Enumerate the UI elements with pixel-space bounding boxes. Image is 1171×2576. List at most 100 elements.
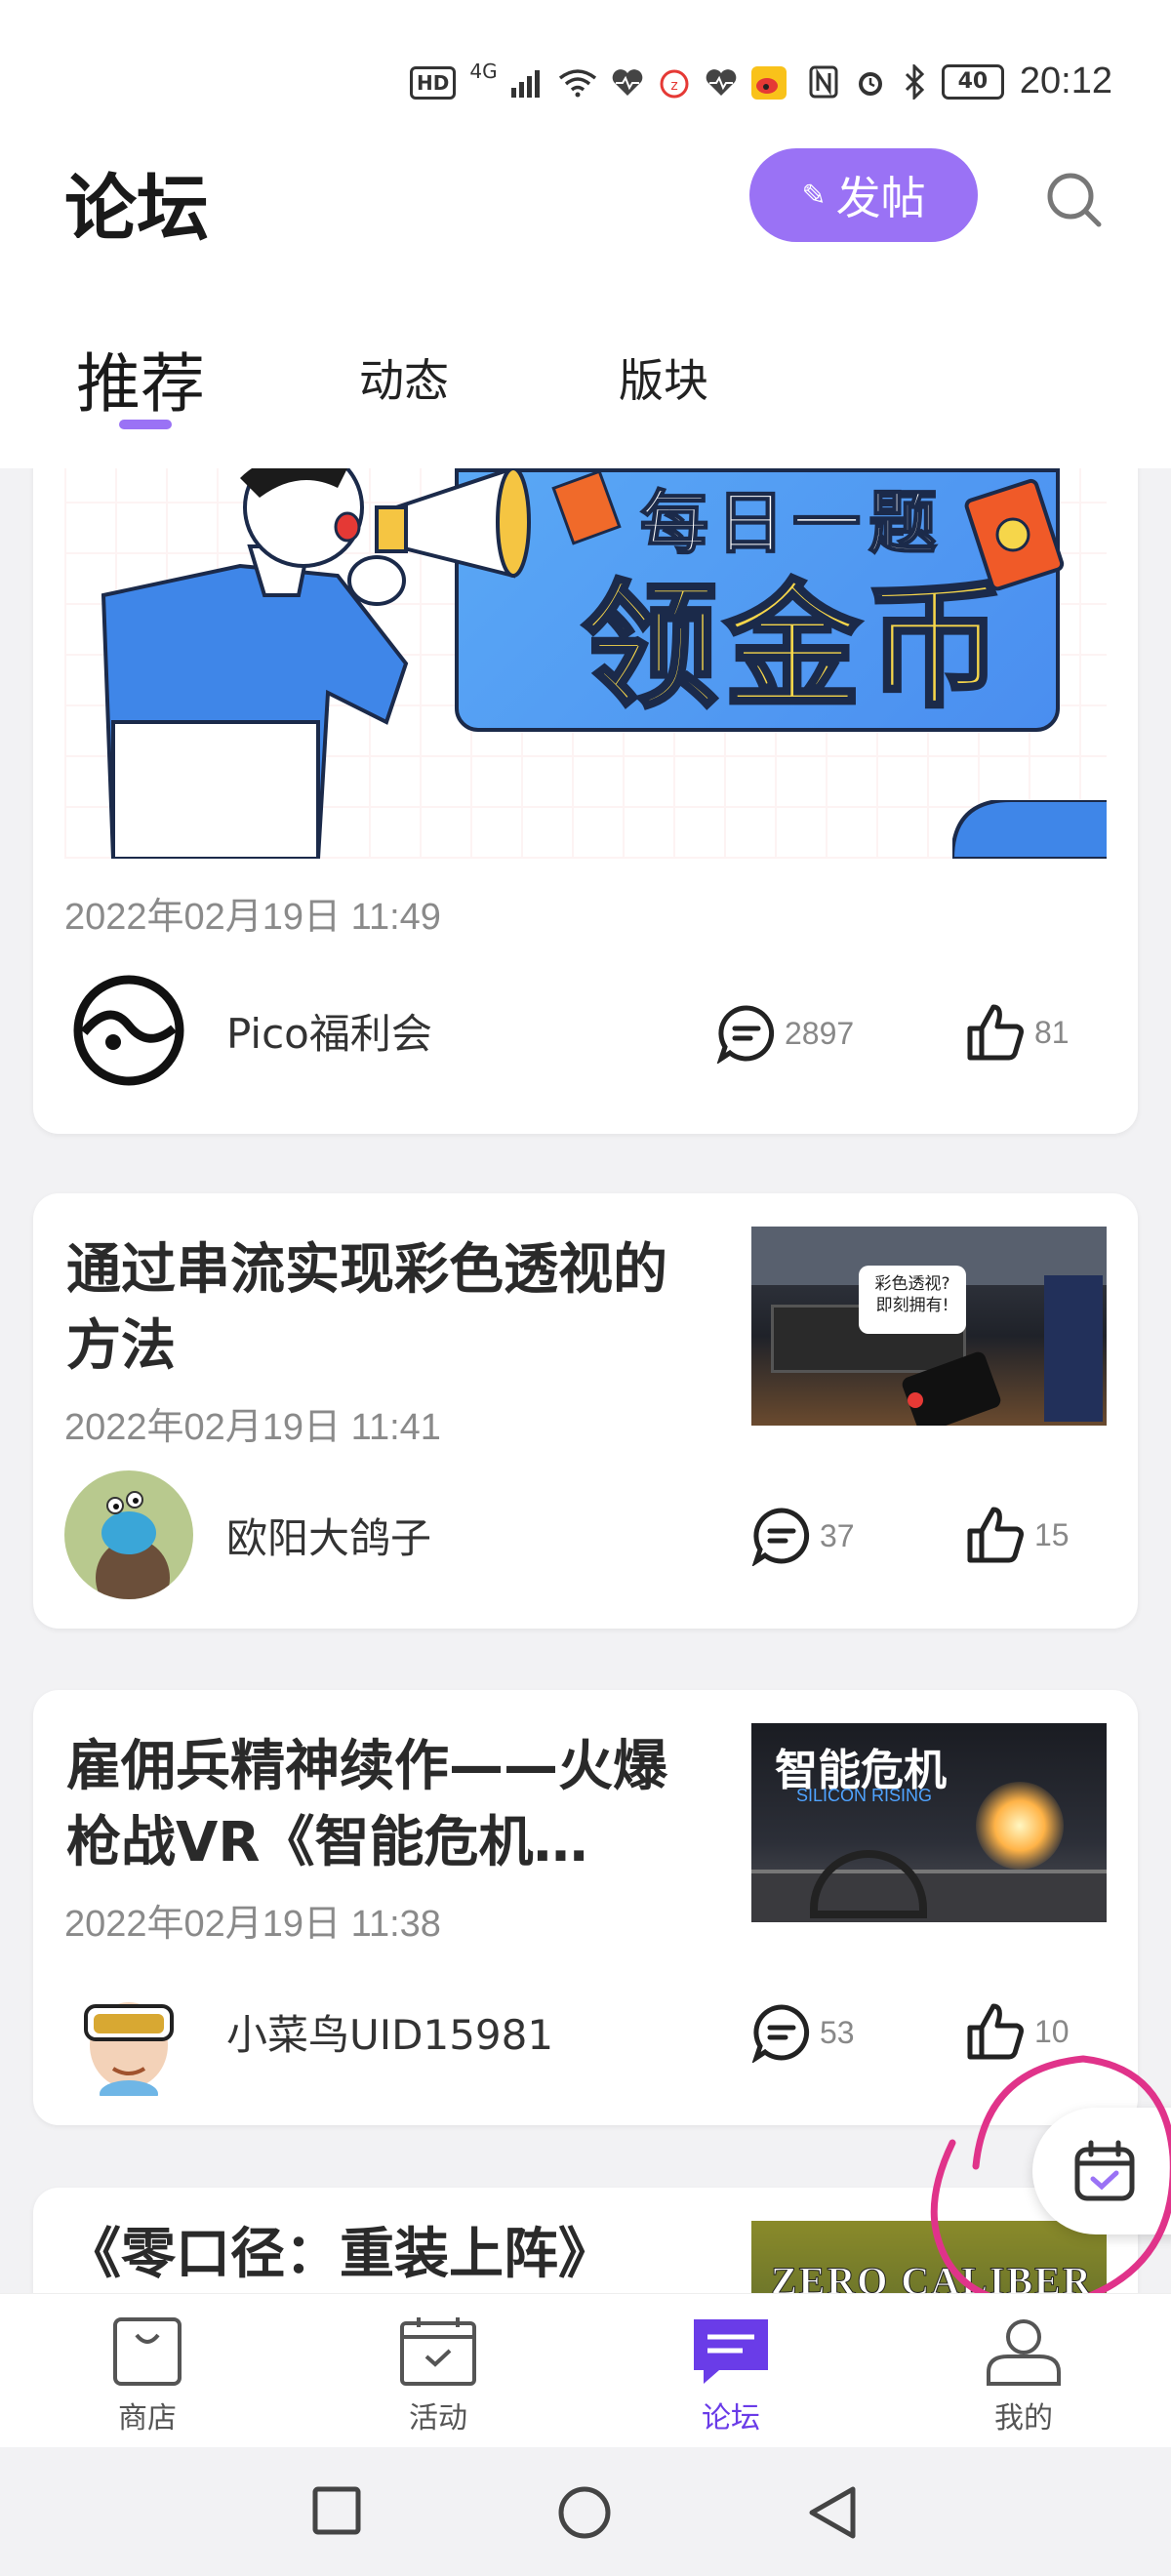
shop-icon (113, 2317, 182, 2386)
post-banner-image[interactable]: 每日一题 领金币 (64, 468, 1107, 859)
back-icon[interactable] (806, 2484, 859, 2541)
alarm-icon (858, 71, 882, 96)
post-thumbnail[interactable]: 智能危机 SILICON RISING (751, 1723, 1107, 1922)
like-count[interactable]: 15 (964, 1504, 1070, 1566)
tab-bar: 推荐 动态 版块 (0, 332, 1171, 449)
bluetooth-icon (905, 63, 925, 100)
thumbnail-subtitle: SILICON RISING (796, 1786, 933, 1805)
search-icon[interactable] (1040, 166, 1109, 234)
like-count[interactable]: 10 (964, 2000, 1070, 2063)
nav-forum-label: 论坛 (702, 2401, 760, 2435)
comment-count[interactable]: 53 (751, 2002, 855, 2063)
pen-icon: ✎ (801, 178, 827, 213)
post-button[interactable]: ✎ 发帖 (749, 148, 978, 242)
post-title[interactable]: 《零口径：重装上阵》 (66, 2217, 701, 2293)
author-name: Pico福利会 (226, 1009, 432, 1058)
heart-rate-icon (612, 69, 642, 96)
comment-icon (716, 1005, 775, 1064)
banner-line2: 领金币 (580, 566, 1010, 729)
post-date: 2022年02月19日 11:38 (64, 1904, 441, 1945)
red-envelope-icon (964, 478, 1065, 591)
svg-text:z: z (670, 78, 677, 94)
battery-icon: 40 (941, 63, 1004, 100)
calendar-icon (400, 2317, 476, 2386)
post-title[interactable]: 雇佣兵精神续作——火爆枪战VR《智能危机… (66, 1729, 691, 1881)
post-feed[interactable]: 每日一题 领金币 2022年02月19日 11:49 Pico福利会 2897 … (0, 468, 1171, 2293)
comment-count[interactable]: 37 (751, 1506, 855, 1566)
network-label: 4G (469, 60, 498, 83)
tab-sections[interactable]: 版块 (619, 345, 708, 410)
post-author[interactable]: 欧阳大鸽子 (64, 1470, 431, 1599)
thumbnail-caption-1: 彩色透视? (874, 1274, 950, 1294)
avatar-vr-kid-icon (84, 2002, 174, 2096)
avatar[interactable] (64, 1470, 193, 1599)
status-icons-left: HD 4G z (410, 60, 787, 100)
author-name: 欧阳大鸽子 (226, 1513, 432, 1562)
comment-count-value: 37 (820, 1517, 855, 1553)
pico-logo-icon (73, 975, 184, 1086)
post-card[interactable]: 《零口径：重装上阵》 ZERO CALIBER (33, 2188, 1138, 2293)
signal-icon (510, 70, 540, 98)
banner-illustration (101, 468, 622, 859)
nav-shop[interactable]: 商店 (74, 2315, 221, 2436)
avatar[interactable] (64, 966, 193, 1095)
nav-shop-label: 商店 (118, 2401, 177, 2435)
thumbs-up-icon (967, 1004, 1024, 1061)
post-author[interactable]: Pico福利会 (64, 966, 432, 1095)
tab-recommended[interactable]: 推荐 (76, 332, 205, 425)
checkin-calendar-button[interactable] (1032, 2108, 1171, 2234)
post-thumbnail[interactable]: ZERO CALIBER (751, 2221, 1107, 2293)
profile-icon (987, 2319, 1061, 2386)
alarm-app-icon: z (660, 69, 689, 99)
nav-profile[interactable]: 我的 (950, 2315, 1097, 2436)
post-card[interactable]: 雇佣兵精神续作——火爆枪战VR《智能危机… 智能危机 SILICON RISIN… (33, 1690, 1138, 2125)
weibo-icon (750, 66, 787, 100)
nav-activity-label: 活动 (409, 2401, 467, 2435)
nav-forum[interactable]: 论坛 (658, 2315, 804, 2436)
comment-count-value: 53 (820, 2014, 855, 2050)
avatar[interactable] (64, 1967, 193, 2096)
blue-shape (952, 800, 1107, 859)
recent-apps-icon[interactable] (310, 2484, 363, 2537)
page-title: 论坛 (64, 167, 209, 251)
post-author[interactable]: 小菜鸟UID15981 (64, 1967, 553, 2096)
status-icons-right: 40 20:12 (809, 60, 1112, 102)
thumbs-up-icon (967, 2003, 1024, 2060)
like-count-value: 81 (1034, 1014, 1070, 1050)
avatar-snail-icon (96, 1491, 170, 1599)
comment-count[interactable]: 2897 (716, 1003, 854, 1064)
home-icon[interactable] (556, 2484, 613, 2541)
like-count-value: 10 (1034, 2013, 1070, 2049)
post-thumbnail[interactable]: 彩色透视? 即刻拥有! (751, 1227, 1107, 1426)
calendar-check-icon (1074, 2140, 1135, 2201)
chat-icon (694, 2319, 768, 2384)
post-date: 2022年02月19日 11:41 (64, 1407, 441, 1448)
app-header: 论坛 ✎ 发帖 推荐 动态 版块 (0, 146, 1171, 468)
comment-count-value: 2897 (785, 1015, 855, 1051)
wifi-icon (558, 69, 596, 98)
nfc-icon (809, 65, 838, 98)
thumbnail-title: ZERO CALIBER (771, 2259, 1093, 2294)
tab-updates[interactable]: 动态 (359, 345, 449, 410)
bottom-navigation: 商店 活动 论坛 我的 (0, 2293, 1171, 2447)
comment-icon (751, 1508, 810, 1566)
clock: 20:12 (1019, 60, 1112, 101)
health-icon (706, 69, 736, 96)
nav-activity[interactable]: 活动 (365, 2315, 511, 2436)
like-count-value: 15 (1034, 1516, 1070, 1552)
nav-profile-label: 我的 (994, 2401, 1053, 2435)
post-button-label: 发帖 (835, 172, 926, 224)
system-navigation-bar (0, 2447, 1171, 2576)
author-name: 小菜鸟UID15981 (226, 2010, 554, 2059)
tab-indicator (119, 420, 172, 429)
post-title[interactable]: 通过串流实现彩色透视的方法 (66, 1232, 701, 1385)
thumbnail-speech-bubble: 彩色透视? 即刻拥有! (859, 1266, 966, 1334)
comment-icon (751, 2004, 810, 2063)
thumbnail-caption-2: 即刻拥有! (875, 1296, 949, 1315)
thumbs-up-icon (967, 1507, 1024, 1563)
like-count[interactable]: 81 (964, 1001, 1070, 1064)
post-date: 2022年02月19日 11:49 (64, 897, 441, 938)
post-card[interactable]: 通过串流实现彩色透视的方法 彩色透视? 即刻拥有! 2022年02月19日 11… (33, 1193, 1138, 1629)
hd-badge: HD (410, 66, 457, 100)
post-card[interactable]: 每日一题 领金币 2022年02月19日 11:49 Pico福利会 2897 … (33, 468, 1138, 1134)
